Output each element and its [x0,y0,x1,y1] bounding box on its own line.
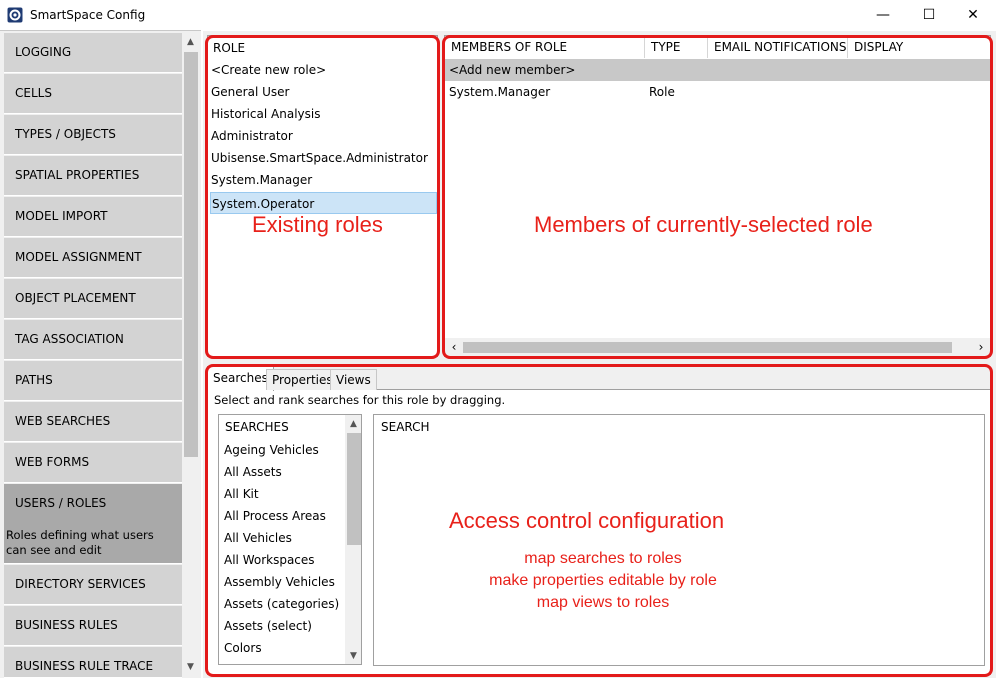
scroll-up-arrow-icon[interactable]: ▲ [345,415,361,432]
search-list-item[interactable]: Assets (select) [224,615,312,637]
roles-list: ROLE <Create new role> General User Hist… [207,35,438,357]
searches-scrollbar-thumb[interactable] [347,433,361,545]
sidebar-item-label: CELLS [15,86,52,100]
search-list-item[interactable]: All Process Areas [224,505,326,527]
search-header: SEARCH [381,420,430,434]
roles-header: ROLE [213,41,246,55]
members-scrollbar-thumb[interactable] [463,342,952,353]
search-list-item[interactable]: Ageing Vehicles [224,439,319,461]
title-bar [0,0,996,30]
sidebar-item-tag-association[interactable]: TAG ASSOCIATION [4,320,182,360]
annotation-existing-roles: Existing roles [252,212,383,237]
sidebar-item-object-placement[interactable]: OBJECT PLACEMENT [4,279,182,319]
scroll-up-arrow-icon[interactable]: ▲ [182,33,199,50]
role-searches-pane[interactable]: SEARCH [373,414,985,666]
minimize-button[interactable]: — [860,0,906,30]
sidebar-item-label: BUSINESS RULES [15,618,118,632]
search-list-item[interactable]: All Assets [224,461,282,483]
search-list-item[interactable]: All Kit [224,483,259,505]
sidebar-item-label: WEB SEARCHES [15,414,111,428]
sidebar-item-label: MODEL ASSIGNMENT [15,250,142,264]
role-item[interactable]: General User [210,81,435,103]
sidebar-item-model-assignment[interactable]: MODEL ASSIGNMENT [4,238,182,278]
annotation-properties-editable: make properties editable by role [489,572,717,589]
member-type-cell[interactable]: Role [649,81,675,103]
scroll-down-arrow-icon[interactable]: ▼ [345,647,361,664]
sidebar-item-label: WEB FORMS [15,455,90,469]
annotation-map-views: map views to roles [536,594,670,611]
search-list-item[interactable]: Assembly Vehicles [224,571,335,593]
sidebar-scrollbar-thumb[interactable] [184,52,198,457]
sidebar-item-label: DIRECTORY SERVICES [15,577,146,591]
column-email-notifications[interactable]: EMAIL NOTIFICATIONS [708,36,848,58]
window-title: SmartSpace Config [30,8,146,22]
role-item-selected[interactable]: System.Operator [210,192,437,214]
role-create-new[interactable]: <Create new role> [210,59,435,81]
sidebar-item-spatial-properties[interactable]: SPATIAL PROPERTIES [4,156,182,196]
sidebar-item-label: LOGGING [15,45,72,59]
search-list-item[interactable]: All Vehicles [224,527,292,549]
members-table: MEMBERS OF ROLE TYPE EMAIL NOTIFICATIONS… [444,35,991,357]
sidebar-item-label: BUSINESS RULE TRACE [15,659,154,673]
sidebar-item-label: MODEL IMPORT [15,209,108,223]
sidebar-item-label: TYPES / OBJECTS [15,127,116,141]
sidebar-item-label: USERS / ROLES [15,496,107,510]
sidebar-item-users-roles[interactable]: USERS / ROLES Roles defining what users … [4,484,182,564]
sidebar-item-directory-services[interactable]: DIRECTORY SERVICES [4,565,182,605]
tab-views[interactable]: Views [330,369,377,390]
annotation-access-title: Access control configuration [449,508,725,533]
sidebar-item-paths[interactable]: PATHS [4,361,182,401]
maximize-button[interactable]: ☐ [906,0,952,30]
sidebar-item-label: TAG ASSOCIATION [15,332,124,346]
sidebar-item-logging[interactable]: LOGGING [4,33,182,73]
scroll-left-arrow-icon[interactable]: ‹ [447,339,461,355]
sidebar-item-business-rules[interactable]: BUSINESS RULES [4,606,182,646]
searches-list: SEARCHES Ageing Vehicles All Assets All … [218,414,362,665]
column-display-notifications[interactable]: DISPLAY NOTIFICATIONS [848,36,992,76]
sidebar-item-model-import[interactable]: MODEL IMPORT [4,197,182,237]
tab-properties[interactable]: Properties [266,369,339,390]
sidebar-item-label: OBJECT PLACEMENT [15,291,136,305]
annotation-map-searches: map searches to roles [524,550,682,567]
instructions-text: Select and rank searches for this role b… [214,393,506,407]
search-list-item[interactable]: Colors [224,637,262,659]
searches-header: SEARCHES [225,420,289,434]
sidebar-item-label: SPATIAL PROPERTIES [15,168,140,182]
add-new-member-row[interactable]: <Add new member> [445,59,990,81]
role-item[interactable]: Administrator [210,125,435,147]
sidebar-item-description: Roles defining what users can see and ed… [6,528,154,557]
scroll-down-arrow-icon[interactable]: ▼ [182,658,199,675]
app-icon [7,7,23,23]
column-members-of-role[interactable]: MEMBERS OF ROLE [445,36,645,58]
sidebar-item-cells[interactable]: CELLS [4,74,182,114]
close-button[interactable]: ✕ [950,0,996,30]
role-item[interactable]: Historical Analysis [210,103,435,125]
search-list-item[interactable]: All Workspaces [224,549,315,571]
sidebar-item-web-forms[interactable]: WEB FORMS [4,443,182,483]
role-item[interactable]: System.Manager [210,169,435,191]
sidebar-item-label: PATHS [15,373,53,387]
sidebar-item-web-searches[interactable]: WEB SEARCHES [4,402,182,442]
sidebar-item-business-rule-trace[interactable]: BUSINESS RULE TRACE [4,647,182,678]
member-name-cell[interactable]: System.Manager [449,81,550,103]
annotation-members: Members of currently-selected role [534,212,873,237]
tab-searches[interactable]: Searches [207,366,274,391]
scroll-right-arrow-icon[interactable]: › [974,339,988,355]
column-type[interactable]: TYPE [645,36,708,58]
sidebar-item-types-objects[interactable]: TYPES / OBJECTS [4,115,182,155]
search-list-item[interactable]: Assets (categories) [224,593,339,615]
role-item[interactable]: Ubisense.SmartSpace.Administrator [210,147,435,169]
